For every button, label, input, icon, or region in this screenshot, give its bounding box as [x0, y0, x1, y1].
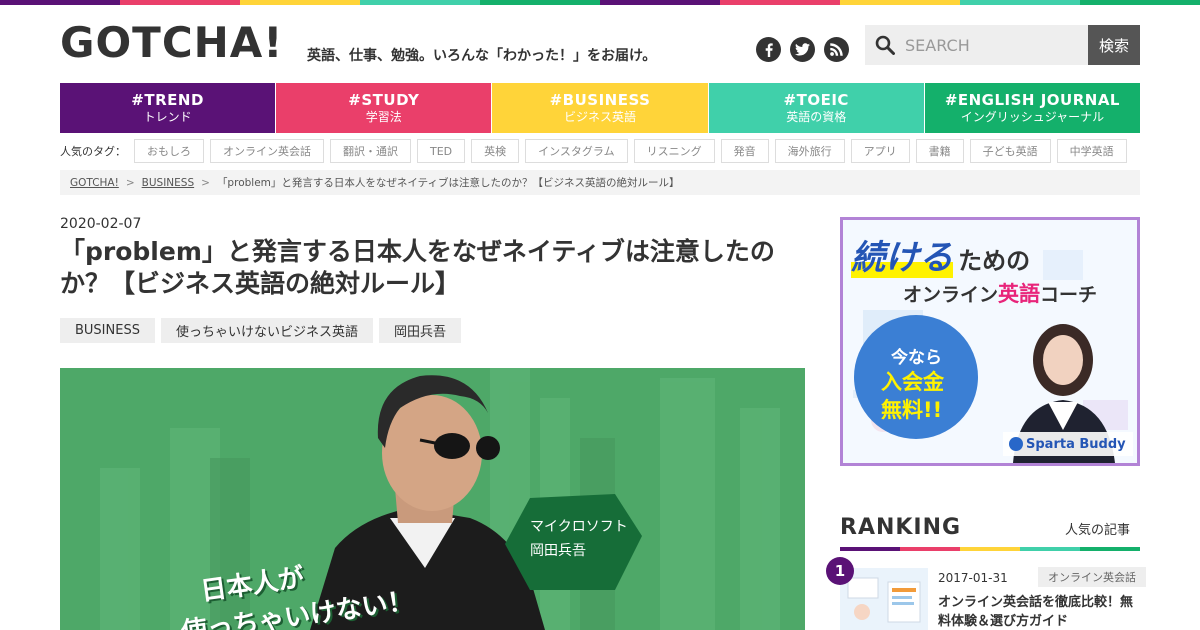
article-category-link[interactable]: BUSINESS	[60, 318, 155, 343]
breadcrumb-separator: >	[201, 176, 210, 189]
popular-tags-label: 人気のタグ：	[60, 145, 126, 158]
banner-headline-rest: ための	[958, 247, 1031, 275]
rss-button[interactable]	[824, 37, 849, 62]
search-icon	[875, 35, 895, 55]
tag-link[interactable]: 海外旅行	[774, 139, 845, 163]
tag-link[interactable]: アプリ	[850, 139, 910, 163]
article-category-link[interactable]: 使っちゃいけないビジネス英語	[160, 318, 373, 343]
rss-icon	[830, 43, 843, 56]
banner-subheadline: オンライン英語コーチ	[903, 278, 1097, 308]
article-categories: BUSINESS 使っちゃいけないビジネス英語 岡田兵吾	[60, 318, 461, 343]
nav-item-business[interactable]: #BUSINESS ビジネス英語	[492, 83, 708, 133]
nav-item-label: #BUSINESS	[549, 91, 651, 109]
divider-segment	[1020, 547, 1080, 551]
popular-tags: 人気のタグ： おもしろ オンライン英会話 翻訳・通訳 TED 英検 インスタグラ…	[60, 139, 1127, 163]
nav-item-sublabel: イングリッシュジャーナル	[960, 110, 1105, 124]
banner-circle-line-2: 入会金	[881, 370, 944, 394]
nav-item-label: #ENGLISH JOURNAL	[944, 91, 1120, 109]
banner-headline-big: 続ける	[851, 238, 953, 278]
divider-segment	[840, 547, 900, 551]
nav-item-english-journal[interactable]: #ENGLISH JOURNAL イングリッシュジャーナル	[924, 83, 1141, 133]
tag-link[interactable]: TED	[417, 139, 466, 163]
top-color-stripe	[0, 0, 1200, 5]
tag-link[interactable]: 書籍	[915, 139, 964, 163]
facebook-icon	[765, 42, 773, 57]
breadcrumb-home-link[interactable]: GOTCHA!	[70, 177, 119, 189]
rank-number-badge: 1	[826, 557, 854, 585]
article-title: 「problem」と発言する日本人をなぜネイティブは注意したのか？【ビジネス英語…	[60, 237, 775, 298]
stripe-segment	[120, 0, 240, 5]
divider-segment	[960, 547, 1020, 551]
divider-segment	[1080, 547, 1140, 551]
nav-item-trend[interactable]: #TREND トレンド	[60, 83, 276, 133]
divider-segment	[900, 547, 960, 551]
banner-headline: 続ける ための	[851, 230, 1030, 279]
article-hero-image: マイクロソフト 岡田兵吾 日本人が 使っちゃいけない！	[60, 368, 805, 630]
tag-link[interactable]: インスタグラム	[525, 139, 628, 163]
search-box	[865, 25, 1088, 65]
stripe-segment	[240, 0, 360, 5]
twitter-button[interactable]	[790, 37, 815, 62]
tag-link[interactable]: おもしろ	[134, 139, 204, 163]
nav-item-toeic[interactable]: #TOEIC 英語の資格	[708, 83, 924, 133]
ranking-thumbnail-image	[840, 568, 928, 630]
nav-item-sublabel: 学習法	[365, 110, 402, 124]
banner-line2-post: コーチ	[1040, 284, 1098, 306]
nav-item-sublabel: 英語の資格	[786, 110, 847, 124]
ranking-item-thumbnail[interactable]	[840, 568, 928, 630]
nav-item-label: #TOEIC	[783, 91, 849, 109]
twitter-icon	[795, 43, 810, 56]
facebook-button[interactable]	[756, 37, 781, 62]
main-nav: #TREND トレンド #STUDY 学習法 #BUSINESS ビジネス英語 …	[60, 83, 1141, 133]
site-tagline: 英語、仕事、勉強。いろんな「わかった！」をお届け。	[307, 48, 657, 64]
tag-link[interactable]: リスニング	[633, 139, 715, 163]
tag-link[interactable]: 翻訳・通訳	[330, 139, 411, 163]
search-button[interactable]: 検索	[1088, 25, 1140, 65]
tag-link[interactable]: 子ども英語	[969, 139, 1051, 163]
stripe-segment	[0, 0, 120, 5]
nav-item-sublabel: トレンド	[143, 110, 192, 124]
nav-item-label: #TREND	[131, 91, 204, 109]
stripe-segment	[960, 0, 1080, 5]
article-date: 2020-02-07	[60, 216, 142, 232]
stripe-segment	[600, 0, 720, 5]
nav-item-label: #STUDY	[348, 91, 420, 109]
banner-brand: Sparta Buddy	[1026, 437, 1126, 452]
hero-name-line-1: マイクロソフト	[530, 519, 628, 535]
article-category-link[interactable]: 岡田兵吾	[378, 318, 461, 343]
ranking-subtitle: 人気の記事	[1065, 523, 1131, 538]
search-input[interactable]	[905, 35, 1075, 55]
banner-line2-em: 英語	[998, 282, 1041, 306]
breadcrumb-separator: >	[125, 176, 135, 189]
banner-circle-line-3: 無料!!	[881, 398, 943, 422]
banner-line2-pre: オンライン	[903, 284, 999, 306]
tag-link[interactable]: 発音	[720, 139, 769, 163]
breadcrumb: GOTCHA! > BUSINESS > 「problem」と発言する日本人をな…	[60, 170, 1140, 195]
banner-circle-line-1: 今なら	[891, 348, 942, 368]
tag-link[interactable]: オンライン英会話	[210, 139, 324, 163]
stripe-segment	[840, 0, 960, 5]
stripe-segment	[720, 0, 840, 5]
breadcrumb-category-link[interactable]: BUSINESS	[142, 177, 194, 189]
stripe-segment	[480, 0, 600, 5]
nav-item-study[interactable]: #STUDY 学習法	[276, 83, 492, 133]
ranking-item-title[interactable]: オンライン英会話を徹底比較！無料体験＆選び方ガイド	[938, 593, 1140, 630]
ranking-item-category[interactable]: オンライン英会話	[1038, 567, 1146, 587]
nav-item-sublabel: ビジネス英語	[564, 110, 637, 124]
stripe-segment	[360, 0, 480, 5]
sidebar-banner-ad[interactable]: 続ける ための オンライン英語コーチ 今なら 入会金 無料!! Sparta B…	[840, 217, 1140, 466]
stripe-segment	[1080, 0, 1200, 5]
ranking-item-date: 2017-01-31	[938, 571, 1008, 585]
tag-link[interactable]: 英検	[471, 139, 520, 163]
ranking-title: RANKING	[840, 515, 962, 540]
ranking-divider	[840, 547, 1140, 551]
breadcrumb-current: 「problem」と発言する日本人をなぜネイティブは注意したのか？【ビジネス英語…	[216, 177, 680, 189]
tag-link[interactable]: 中学英語	[1056, 139, 1127, 163]
hero-illustration	[60, 368, 805, 630]
hero-name-line-2: 岡田兵吾	[530, 543, 586, 559]
site-logo[interactable]: GOTCHA!	[60, 22, 283, 64]
